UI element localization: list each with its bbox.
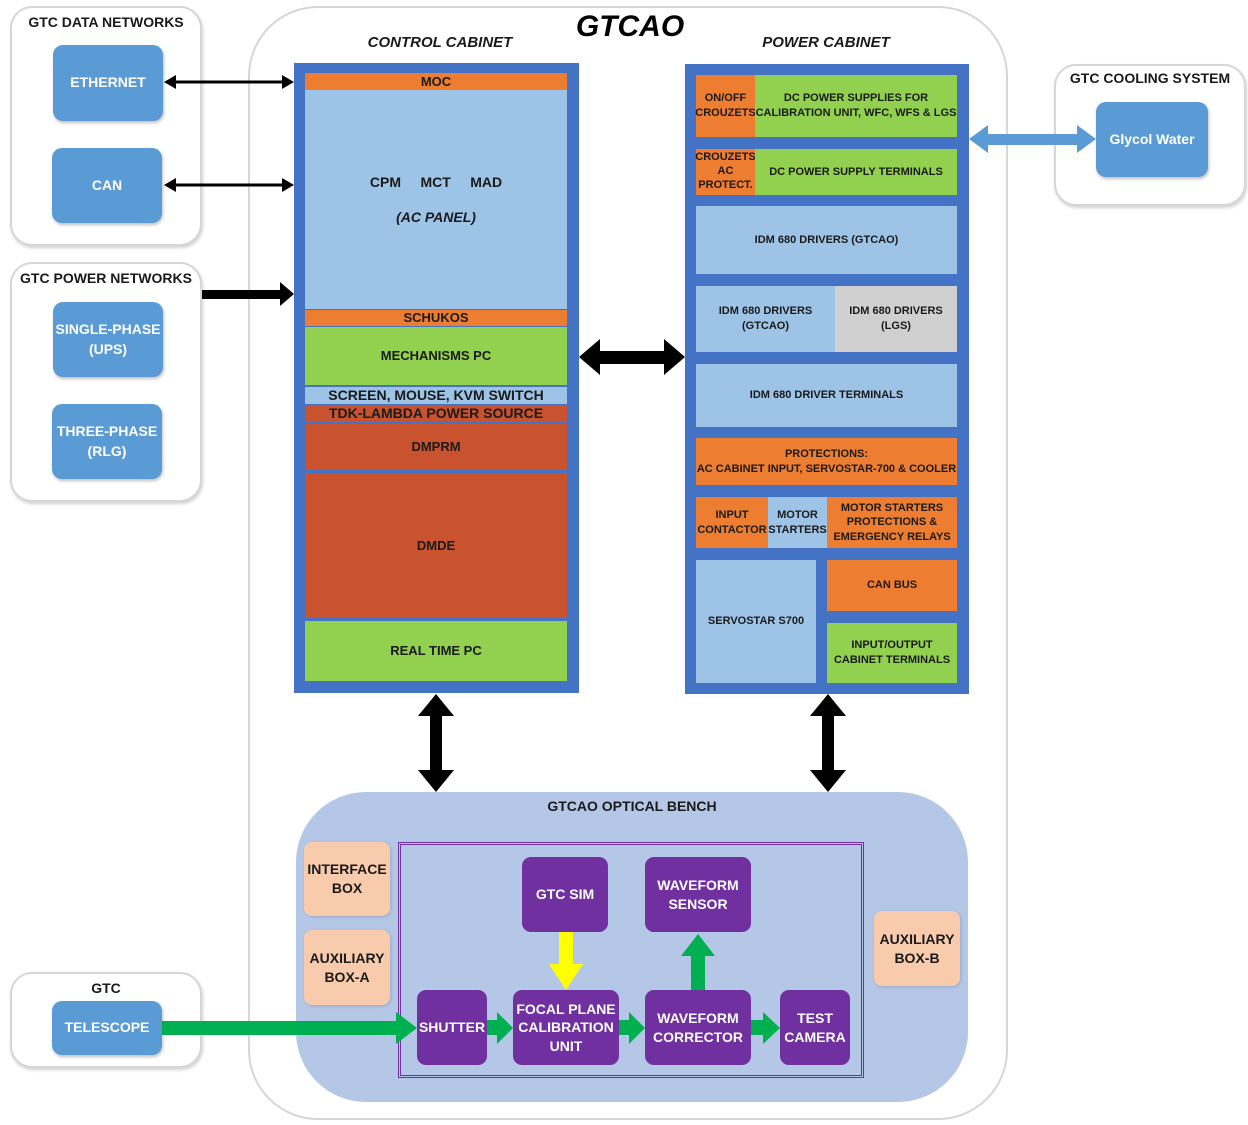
interface-box[interactable]: INTERFACE BOX (304, 842, 390, 916)
real-time-pc-cell[interactable]: REAL TIME PC (305, 621, 567, 681)
input-contactor-cell[interactable]: INPUT CONTACTOR (696, 497, 768, 548)
focal-plane-line3: UNIT (549, 1037, 583, 1054)
idm-lgs-line1: IDM 680 DRIVERS (849, 305, 943, 318)
dc-supplies-line1: DC POWER SUPPLIES FOR (783, 92, 929, 105)
test-camera-line1: TEST (797, 1010, 833, 1027)
input-contactor-line1: INPUT (715, 508, 749, 521)
dc-supplies-line2: CALIBRATION UNIT, WFC, WFS & LGS (755, 107, 957, 119)
protections-cell[interactable]: PROTECTIONS: AC CABINET INPUT, SERVOSTAR… (696, 438, 957, 485)
crouzets-line2: AC (717, 165, 734, 178)
on-off-line2: CROUZETS (695, 107, 756, 119)
power-networks-title: GTC POWER NETWORKS (20, 270, 192, 286)
auxiliary-box-b[interactable]: AUXILIARY BOX-B (874, 911, 960, 986)
three-phase-line2: (RLG) (87, 442, 127, 459)
single-phase-node[interactable]: SINGLE-PHASE (UPS) (53, 302, 163, 377)
wf-sensor-line1: WAVEFORM (657, 877, 739, 894)
can-bus-cell[interactable]: CAN BUS (827, 560, 957, 611)
on-off-line1: ON/OFF (704, 92, 747, 105)
single-phase-line2: (UPS) (88, 340, 128, 357)
aux-a-line1: AUXILIARY (309, 949, 385, 966)
motor-starters-cell[interactable]: MOTOR STARTERS (768, 497, 827, 548)
io-terminals-line2: CABINET TERMINALS (833, 654, 951, 666)
motor-protections-line2: PROTECTIONS & (846, 516, 938, 529)
aux-b-line2: BOX-B (894, 949, 940, 966)
three-phase-node[interactable]: THREE-PHASE (RLG) (52, 404, 162, 479)
focal-plane-line2: CALIBRATION (518, 1019, 614, 1036)
dc-power-supplies-cell[interactable]: DC POWER SUPPLIES FOR CALIBRATION UNIT, … (755, 75, 957, 137)
optical-bench-title: GTCAO OPTICAL BENCH (547, 798, 717, 814)
single-phase-line1: SINGLE-PHASE (55, 320, 161, 337)
aux-b-line1: AUXILIARY (879, 930, 955, 947)
dmprm-cell[interactable]: DMPRM (305, 424, 567, 470)
crouzets-line3: PROTECT. (698, 178, 753, 191)
io-terminals-cell[interactable]: INPUT/OUTPUT CABINET TERMINALS (827, 623, 957, 683)
waveform-corrector-node[interactable]: WAVEFORM CORRECTOR (645, 990, 751, 1065)
crouzets-line1: CROUZETS (695, 151, 756, 164)
interface-box-line2: BOX (331, 880, 363, 896)
dmde-cell[interactable]: DMDE (305, 473, 567, 618)
schukos-cell[interactable]: SCHUKOS (305, 310, 567, 326)
motor-protections-line3: EMERGENCY RELAYS (833, 530, 951, 543)
data-networks-title: GTC DATA NETWORKS (28, 14, 184, 30)
protections-line1: PROTECTIONS: (784, 447, 869, 460)
test-camera-node[interactable]: TEST CAMERA (780, 990, 850, 1065)
io-terminals-line1: INPUT/OUTPUT (851, 639, 933, 652)
idm-drivers-lgs-cell[interactable]: IDM 680 DRIVERS (LGS) (835, 286, 957, 352)
motor-starters-line2: STARTERS (768, 523, 827, 536)
idm-gtcao2-line2: (GTCAO) (741, 320, 790, 332)
motor-starters-line1: MOTOR (777, 508, 818, 521)
input-contactor-line2: CONTACTOR (697, 523, 767, 536)
gtc-title: GTC (91, 980, 121, 996)
dc-power-terminals-cell[interactable]: DC POWER SUPPLY TERMINALS (755, 149, 957, 195)
three-phase-line1: THREE-PHASE (56, 422, 158, 439)
focal-plane-line1: FOCAL PLANE (516, 1001, 616, 1018)
focal-plane-node[interactable]: FOCAL PLANE CALIBRATION UNIT (513, 990, 619, 1065)
waveform-sensor-node[interactable]: WAVEFORM SENSOR (645, 857, 751, 932)
power-cabinet-title: POWER CABINET (762, 34, 890, 51)
idm-driver-terminals-cell[interactable]: IDM 680 DRIVER TERMINALS (696, 364, 957, 427)
auxiliary-box-a[interactable]: AUXILIARY BOX-A (304, 930, 390, 1005)
ac-panel-label: (AC PANEL) (396, 208, 476, 225)
on-off-crouzets-cell[interactable]: ON/OFF CROUZETS (695, 75, 756, 137)
idm-drivers-gtcao-2-cell[interactable]: IDM 680 DRIVERS (GTCAO) (696, 286, 835, 352)
glycol-water-node[interactable]: Glycol Water (1096, 102, 1208, 177)
mechanisms-pc-cell[interactable]: MECHANISMS PC (305, 327, 567, 385)
cooling-title: GTC COOLING SYSTEM (1069, 70, 1231, 86)
wf-corrector-line1: WAVEFORM (657, 1010, 739, 1027)
ac-panel-cell[interactable]: CPM MCT MAD (AC PANEL) (305, 90, 567, 309)
servostar-cell[interactable]: SERVOSTAR S700 (696, 560, 816, 683)
can-node[interactable]: CAN (52, 148, 162, 223)
protections-line2: AC CABINET INPUT, SERVOSTAR-700 & COOLER (696, 462, 957, 475)
idm-drivers-gtcao-cell[interactable]: IDM 680 DRIVERS (GTCAO) (696, 206, 957, 274)
crouzets-ac-protect-cell[interactable]: CROUZETS AC PROTECT. (695, 149, 756, 195)
idm-gtcao2-line1: IDM 680 DRIVERS (718, 305, 813, 318)
aux-a-line2: BOX-A (324, 968, 370, 985)
test-camera-line2: CAMERA (784, 1028, 846, 1045)
gtc-sim-node[interactable]: GTC SIM (522, 857, 608, 932)
shutter-node[interactable]: SHUTTER (417, 990, 487, 1065)
telescope-node[interactable]: TELESCOPE (52, 1001, 162, 1055)
screen-kvm-cell[interactable]: SCREEN, MOUSE, KVM SWITCH (305, 387, 567, 404)
moc-cell[interactable]: MOC (305, 73, 567, 90)
ethernet-node[interactable]: ETHERNET (53, 45, 163, 121)
control-cabinet-title: CONTROL CABINET (367, 34, 513, 51)
wf-corrector-line2: CORRECTOR (653, 1028, 743, 1045)
tdk-lambda-cell[interactable]: TDK-LAMBDA POWER SOURCE (305, 405, 567, 422)
diagram-title: GTCAO (575, 10, 685, 43)
motor-protections-cell[interactable]: MOTOR STARTERS PROTECTIONS & EMERGENCY R… (827, 497, 957, 548)
motor-protections-line1: MOTOR STARTERS (840, 502, 944, 515)
ac-panel-items: CPM MCT MAD (369, 173, 503, 190)
power-cabinet: ON/OFF CROUZETS DC POWER SUPPLIES FOR CA… (685, 64, 969, 694)
idm-lgs-line2: (LGS) (881, 320, 911, 332)
wf-sensor-line2: SENSOR (668, 895, 728, 912)
control-cabinet: MOC CPM MCT MAD (AC PANEL) SCHUKOS MECHA… (294, 63, 579, 693)
interface-box-line1: INTERFACE (307, 861, 387, 878)
